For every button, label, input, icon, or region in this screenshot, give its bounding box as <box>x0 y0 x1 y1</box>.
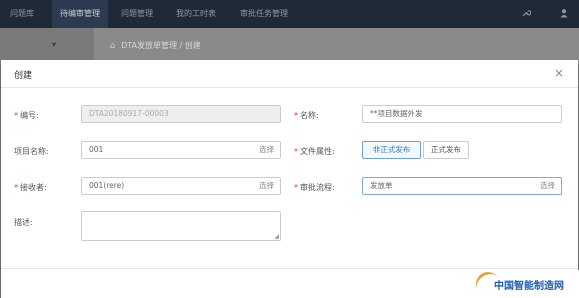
approval-flow-field[interactable]: 发放单 选择 <box>362 177 562 195</box>
wrench-icon[interactable] <box>520 8 532 20</box>
option-formal-release[interactable]: 正式发布 <box>423 141 469 159</box>
name-label: * 名称: <box>294 111 319 120</box>
approval-pick-button[interactable]: 选择 <box>540 178 555 194</box>
sidebar-collapsed <box>0 28 94 64</box>
required-mark: * <box>294 183 298 192</box>
description-textarea[interactable]: ◢ <box>81 211 281 241</box>
file-attr-label: * 文件属性: <box>294 147 335 156</box>
required-mark: * <box>14 111 18 120</box>
option-informal-release[interactable]: 非正式发布 <box>362 141 421 159</box>
top-nav: 问题库 待编审管理 问题管理 我的工时表 审批任务管理 <box>0 0 579 28</box>
code-label: * 编号: <box>14 111 39 120</box>
project-name-field[interactable]: 001 选择 <box>81 141 281 159</box>
nav-item-my-timesheet[interactable]: 我的工时表 <box>176 0 216 28</box>
approval-flow-label: * 审批流程: <box>294 183 335 192</box>
receiver-pick-button[interactable]: 选择 <box>259 178 274 194</box>
receiver-label: * 接收者: <box>14 183 47 192</box>
required-mark: * <box>294 111 298 120</box>
code-field: DTA20180917-00003 <box>81 105 281 123</box>
watermark-logo: 中国智能制造网 <box>471 267 579 298</box>
dialog-title: 创建 <box>14 71 33 81</box>
project-pick-button[interactable]: 选择 <box>259 142 274 158</box>
create-dialog: 创建 × * 编号: DTA20180917-00003 * 名称: **项目数据外… <box>1 60 578 298</box>
nav-item-question-bank[interactable]: 问题库 <box>10 0 34 28</box>
chevron-down-icon[interactable]: ▾ <box>52 40 56 49</box>
nav-item-pending-review[interactable]: 待编审管理 <box>52 0 108 28</box>
breadcrumb-bar: ▾ ⌂ DTA发放单管理 / 创建 <box>0 28 579 64</box>
home-icon[interactable]: ⌂ <box>110 41 115 50</box>
nav-item-approval-tasks[interactable]: 审批任务管理 <box>240 0 288 28</box>
name-field[interactable]: **项目数据外发 <box>362 105 562 123</box>
required-mark: * <box>294 147 298 156</box>
user-icon[interactable] <box>558 8 570 20</box>
watermark-text: 中国智能制造网 <box>494 281 564 292</box>
required-mark: * <box>14 183 18 192</box>
dialog-footer-divider <box>1 268 578 269</box>
dialog-header: 创建 × <box>1 60 578 88</box>
description-label: 描述: <box>14 218 33 227</box>
nav-item-issue-management[interactable]: 问题管理 <box>121 0 153 28</box>
receiver-field[interactable]: 001(rere) 选择 <box>81 177 281 195</box>
close-icon[interactable]: × <box>554 66 564 80</box>
resize-handle-icon[interactable]: ◢ <box>274 234 279 240</box>
breadcrumb-text: DTA发放单管理 / 创建 <box>121 41 201 50</box>
breadcrumb: ⌂ DTA发放单管理 / 创建 <box>110 40 201 51</box>
project-name-label: 项目名称: <box>14 147 49 156</box>
